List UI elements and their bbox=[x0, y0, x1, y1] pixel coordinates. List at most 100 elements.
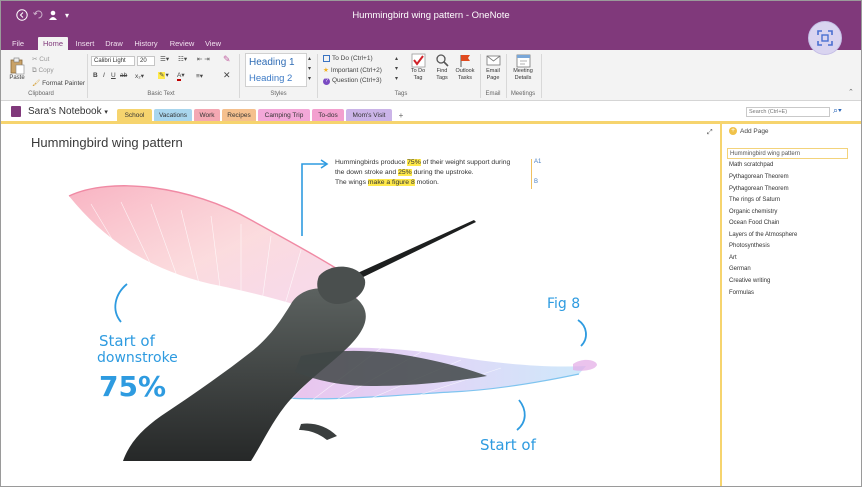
page-item-art[interactable]: Art bbox=[729, 255, 737, 261]
page-item-creative-writing[interactable]: Creative writing bbox=[729, 278, 770, 284]
format-painter-button[interactable]: 🖌 Format Painter bbox=[32, 79, 85, 87]
heading1-style[interactable]: Heading 1 bbox=[249, 57, 295, 68]
wing-tip-loop bbox=[573, 359, 597, 371]
page-item-layers-atmosphere[interactable]: Layers of the Atmosphere bbox=[729, 232, 797, 238]
ink-start-of[interactable]: Start of bbox=[99, 332, 155, 350]
page-canvas[interactable]: Hummingbird wing pattern ⤢ Hummingbirds … bbox=[1, 124, 719, 486]
paste-icon bbox=[10, 57, 25, 75]
tags-group-label: Tags bbox=[394, 91, 408, 97]
tag-important-label: Important (Ctrl+2) bbox=[330, 67, 382, 74]
tab-draw[interactable]: Draw bbox=[102, 37, 126, 50]
page-item-photosynthesis[interactable]: Photosynthesis bbox=[729, 243, 770, 249]
tag-question-label: Question (Ctrl+3) bbox=[332, 77, 382, 84]
numbering-button[interactable]: ☷▾ bbox=[178, 55, 187, 63]
tab-insert[interactable]: Insert bbox=[72, 37, 98, 50]
page-item-math-scratchpad[interactable]: Math scratchpad bbox=[729, 162, 773, 168]
indent-buttons[interactable]: ⇤ ⇥ bbox=[197, 55, 210, 63]
heading2-style[interactable]: Heading 2 bbox=[249, 73, 292, 84]
italic-button[interactable]: I bbox=[103, 72, 105, 79]
page-item-german[interactable]: German bbox=[729, 266, 751, 272]
onenote-window: ▾ Hummingbird wing pattern - OneNote Fil… bbox=[0, 0, 862, 487]
page-item-hummingbird[interactable]: Hummingbird wing pattern bbox=[727, 148, 848, 159]
find-tags-label: Find Tags bbox=[436, 68, 448, 81]
ink-start-of-upstroke[interactable]: Start of bbox=[480, 436, 536, 454]
question-icon: ? bbox=[323, 78, 330, 85]
tab-review[interactable]: Review bbox=[167, 37, 197, 50]
format-icon[interactable]: ✎ bbox=[223, 54, 231, 65]
basic-text-group-label: Basic Text bbox=[147, 91, 175, 97]
tab-file[interactable]: File bbox=[7, 37, 29, 50]
page-item-formulas[interactable]: Formulas bbox=[729, 290, 754, 296]
copy-button[interactable]: ⧉ Copy bbox=[32, 67, 54, 75]
styles-gallery[interactable]: Heading 1 Heading 2 bbox=[245, 53, 307, 87]
cut-button[interactable]: ✂ Cut bbox=[32, 55, 49, 63]
paste-label: Paste bbox=[9, 75, 25, 81]
email-page-label: Email Page bbox=[486, 68, 500, 81]
ink-75-percent[interactable]: 75% bbox=[99, 370, 166, 403]
todo-tag-button[interactable]: To Do Tag bbox=[407, 53, 429, 81]
copy-label: Copy bbox=[38, 67, 54, 74]
clipboard-group-label: Clipboard bbox=[28, 91, 54, 97]
hummingbird-tail bbox=[299, 423, 337, 440]
ink-bracket-bottom bbox=[516, 399, 526, 431]
page-item-organic-chemistry[interactable]: Organic chemistry bbox=[729, 209, 777, 215]
window-title: Hummingbird wing pattern - OneNote bbox=[352, 10, 510, 21]
meetings-group-label: Meetings bbox=[510, 91, 536, 97]
find-tags-button[interactable]: Find Tags bbox=[432, 53, 452, 81]
paste-button[interactable]: Paste bbox=[7, 54, 27, 84]
font-size-select[interactable]: 20 bbox=[137, 56, 155, 66]
page-item-ocean-food-chain[interactable]: Ocean Food Chain bbox=[729, 220, 779, 226]
chevron-down-icon: ▾ bbox=[104, 109, 108, 116]
search-icon[interactable]: ⌕▾ bbox=[833, 105, 842, 116]
tab-history[interactable]: History bbox=[131, 37, 161, 50]
tags-scroll[interactable]: ▴ ▾ ▾ bbox=[395, 54, 398, 84]
outlook-tasks-button[interactable]: Outlook Tasks bbox=[453, 53, 477, 81]
clear-formatting-button[interactable]: ✕ bbox=[223, 70, 231, 81]
collapse-ribbon-icon[interactable]: ⌃ bbox=[848, 88, 854, 96]
page-item-pythagorean-2[interactable]: Pythagorean Theorem bbox=[729, 186, 789, 192]
notebook-icon bbox=[11, 106, 21, 117]
underline-button[interactable]: U bbox=[111, 72, 116, 79]
ribbon-separator bbox=[239, 54, 240, 98]
hummingbird-illustration[interactable] bbox=[1, 124, 719, 486]
tag-todo[interactable]: To Do (Ctrl+1) bbox=[323, 55, 373, 62]
search-input[interactable] bbox=[746, 107, 830, 117]
ink-fig-8[interactable]: Fig 8 bbox=[547, 296, 580, 312]
tab-view[interactable]: View bbox=[201, 37, 225, 50]
ink-bracket-left bbox=[114, 283, 128, 323]
align-button[interactable]: ≡▾ bbox=[196, 72, 203, 80]
font-name-select[interactable]: Calibri Light bbox=[91, 56, 135, 66]
tag-important[interactable]: ★ Important (Ctrl+2) bbox=[323, 66, 382, 74]
flag-icon bbox=[460, 55, 470, 67]
page-item-rings-of-saturn[interactable]: The rings of Saturn bbox=[729, 197, 780, 203]
font-color-button[interactable]: A▾ bbox=[177, 71, 185, 81]
menu-bar: File Home Insert Draw History Review Vie… bbox=[1, 36, 861, 50]
styles-scroll[interactable]: ▴ ▾ ▾ bbox=[308, 54, 311, 84]
tag-todo-label: To Do (Ctrl+1) bbox=[332, 55, 373, 63]
tag-question[interactable]: ? Question (Ctrl+3) bbox=[323, 77, 382, 85]
strikethrough-button[interactable]: ab bbox=[120, 72, 127, 79]
scan-icon bbox=[817, 30, 833, 46]
tab-home[interactable]: Home bbox=[38, 37, 68, 50]
outlook-tasks-label: Outlook Tasks bbox=[455, 68, 475, 81]
page-list: + Add Page Hummingbird wing pattern Math … bbox=[720, 124, 861, 486]
page-item-pythagorean-1[interactable]: Pythagorean Theorem bbox=[729, 174, 789, 180]
cut-label: Cut bbox=[39, 56, 50, 63]
ink-downstroke[interactable]: downstroke bbox=[97, 350, 178, 366]
screen-capture-button[interactable] bbox=[808, 21, 842, 55]
ink-bracket-fig8 bbox=[577, 319, 587, 347]
highlight-color-button[interactable]: ✎▾ bbox=[158, 71, 169, 79]
email-icon bbox=[486, 55, 500, 66]
checkmark-icon bbox=[411, 53, 425, 68]
email-page-button[interactable]: Email Page bbox=[483, 53, 503, 81]
bullets-button[interactable]: ☰▾ bbox=[160, 55, 169, 63]
checkbox-icon bbox=[323, 55, 330, 62]
ribbon-separator bbox=[541, 54, 542, 98]
add-page-button[interactable]: + Add Page bbox=[729, 127, 769, 135]
notebook-selector[interactable]: Sara's Notebook ▾ bbox=[28, 106, 108, 117]
subscript-button[interactable]: x₂▾ bbox=[135, 72, 144, 80]
meeting-details-button[interactable]: Meeting Details bbox=[509, 53, 537, 81]
bold-button[interactable]: B bbox=[93, 72, 98, 79]
email-group-label: Email bbox=[485, 91, 501, 97]
styles-group-label: Styles bbox=[270, 91, 287, 97]
